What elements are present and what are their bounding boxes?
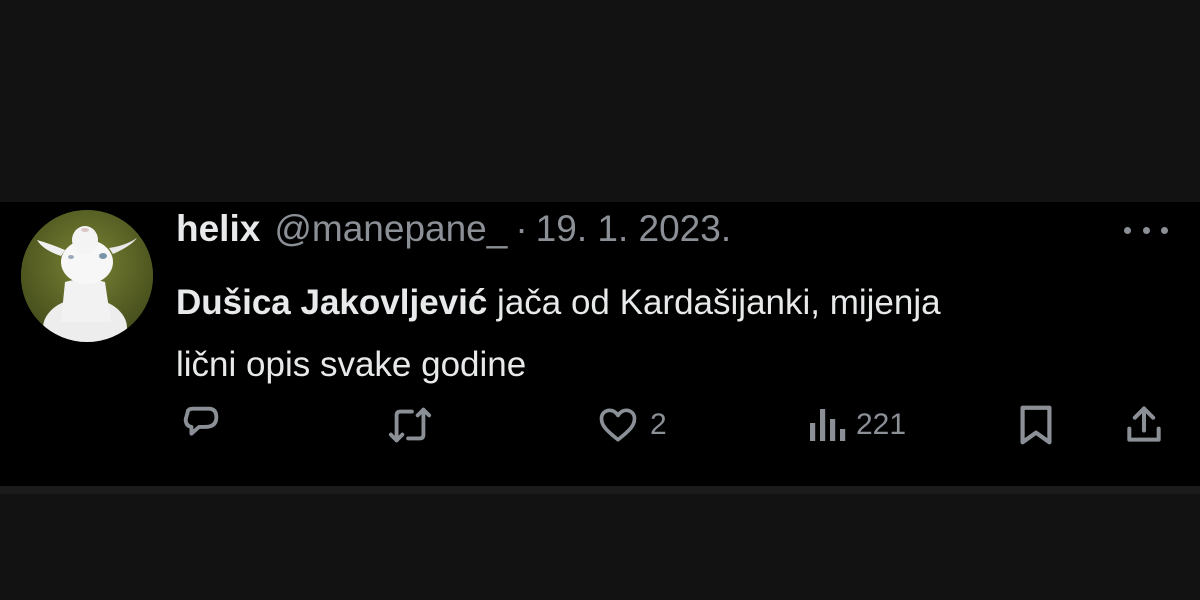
header-separator: · bbox=[515, 208, 528, 249]
views-button[interactable]: 221 bbox=[806, 400, 906, 450]
share-button[interactable] bbox=[1122, 400, 1166, 450]
share-icon bbox=[1127, 406, 1161, 442]
like-count: 2 bbox=[650, 408, 667, 441]
tweet-text-line2: lični opis svake godine bbox=[176, 345, 527, 384]
bookmark-icon bbox=[1020, 405, 1052, 445]
more-dot bbox=[1124, 226, 1131, 234]
reply-icon bbox=[183, 406, 219, 436]
tweet-text-line1: jača od Kardašijanki, mijenja bbox=[487, 283, 941, 322]
more-dot bbox=[1161, 226, 1168, 234]
tweet-divider bbox=[0, 486, 1200, 494]
tweet-card[interactable]: helix @manepane_ · 19. 1. 2023. Dušica J… bbox=[0, 202, 1200, 486]
like-button[interactable]: 2 bbox=[596, 400, 667, 450]
avatar[interactable] bbox=[21, 210, 153, 342]
views-count: 221 bbox=[856, 408, 907, 441]
tweet-text-bold-name: Dušica Jakovljević bbox=[176, 283, 488, 322]
page: helix @manepane_ · 19. 1. 2023. Dušica J… bbox=[0, 0, 1200, 600]
more-dot bbox=[1142, 226, 1150, 234]
tweet-date[interactable]: 19. 1. 2023. bbox=[536, 208, 731, 250]
goat-avatar-image bbox=[21, 210, 153, 342]
tweet-header: helix @manepane_ · 19. 1. 2023. bbox=[176, 208, 731, 258]
author-handle[interactable]: @manepane_ bbox=[274, 208, 507, 250]
retweet-icon bbox=[388, 407, 432, 443]
reply-button[interactable] bbox=[178, 400, 224, 450]
bookmark-button[interactable] bbox=[1016, 400, 1056, 450]
tweet-actions: 2 221 bbox=[0, 400, 1200, 450]
tweet-text: Dušica Jakovljević jača od Kardašijanki,… bbox=[176, 272, 1166, 396]
author-display-name[interactable]: helix bbox=[176, 208, 260, 250]
retweet-button[interactable] bbox=[385, 400, 435, 450]
heart-icon bbox=[599, 408, 637, 442]
views-icon bbox=[810, 409, 846, 441]
more-options-icon[interactable] bbox=[1124, 220, 1168, 240]
